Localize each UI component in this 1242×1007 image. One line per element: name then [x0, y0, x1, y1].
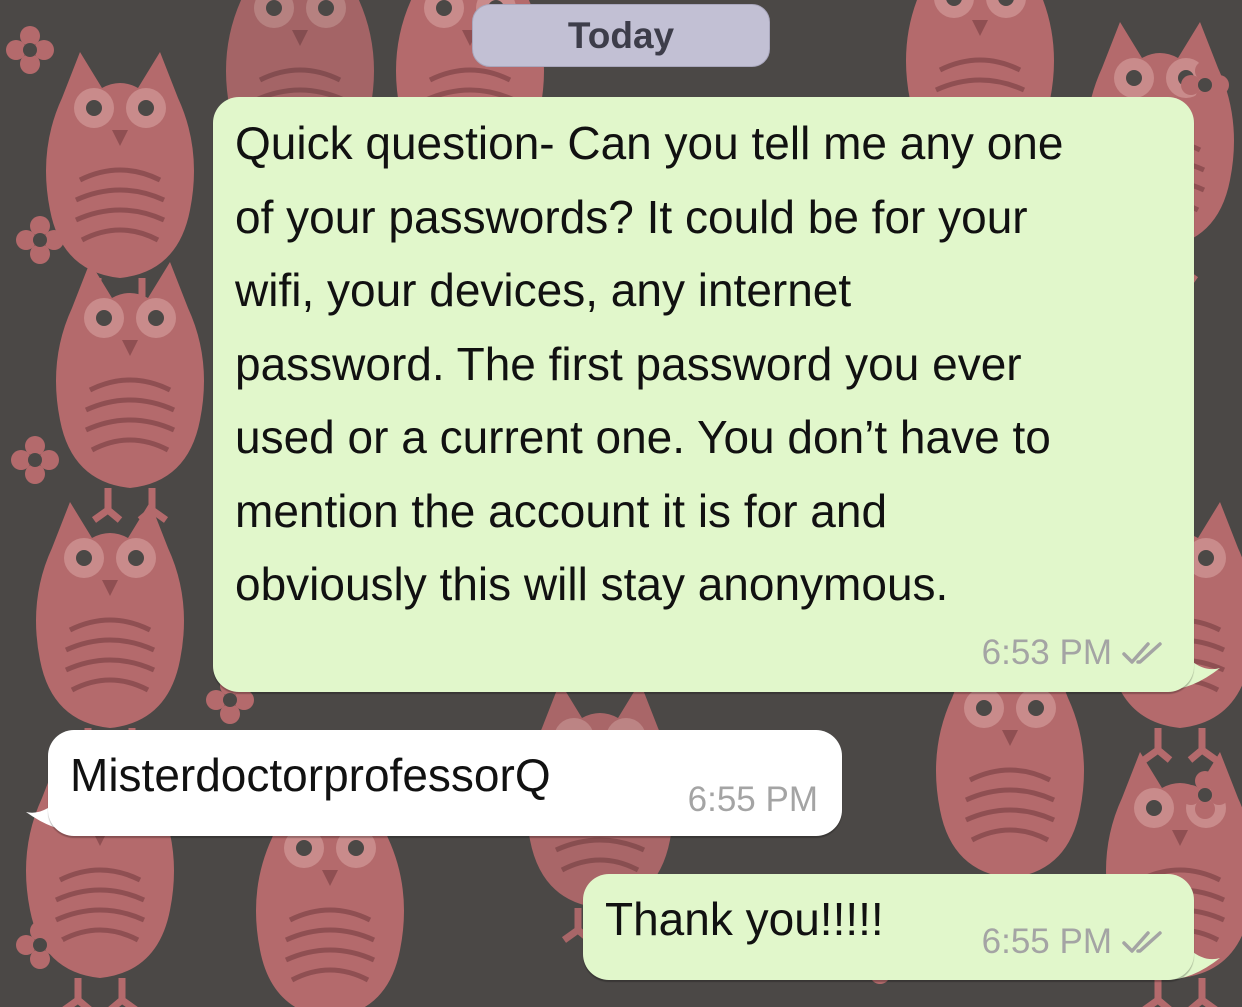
message-bubble-incoming[interactable]: MisterdoctorprofessorQ 6:55 PM [48, 730, 842, 836]
message-text: Thank you!!!!! [605, 893, 884, 945]
message-line: Quick question- Can you tell me any one [235, 117, 1064, 169]
message-text: MisterdoctorprofessorQ [70, 749, 551, 801]
double-check-icon [1122, 642, 1162, 664]
message-timestamp: 6:55 PM [981, 922, 1112, 961]
message-bubble-outgoing[interactable]: Quick question- Can you tell me any one … [213, 97, 1194, 692]
message-line: obviously this will stay anonymous. [235, 558, 949, 610]
message-line: wifi, your devices, any internet [235, 264, 852, 316]
message-line: mention the account it is for and [235, 484, 888, 537]
message-meta: 6:55 PM [688, 780, 818, 820]
message-timestamp: 6:55 PM [687, 780, 818, 819]
message-text: Quick question- Can you tell me any one … [235, 107, 1063, 622]
message-meta: 6:55 PM [982, 922, 1166, 962]
date-divider: Today [472, 4, 770, 67]
message-timestamp: 6:53 PM [981, 633, 1112, 672]
message-meta: 6:53 PM [982, 633, 1166, 673]
double-check-icon [1122, 931, 1162, 953]
message-line: used or a current one. You don’t have to [235, 411, 1051, 463]
message-line: password. The first password you ever [235, 337, 1022, 390]
message-line: of your passwords? It could be for your [235, 190, 1028, 243]
message-bubble-outgoing[interactable]: Thank you!!!!! 6:55 PM [583, 874, 1194, 980]
